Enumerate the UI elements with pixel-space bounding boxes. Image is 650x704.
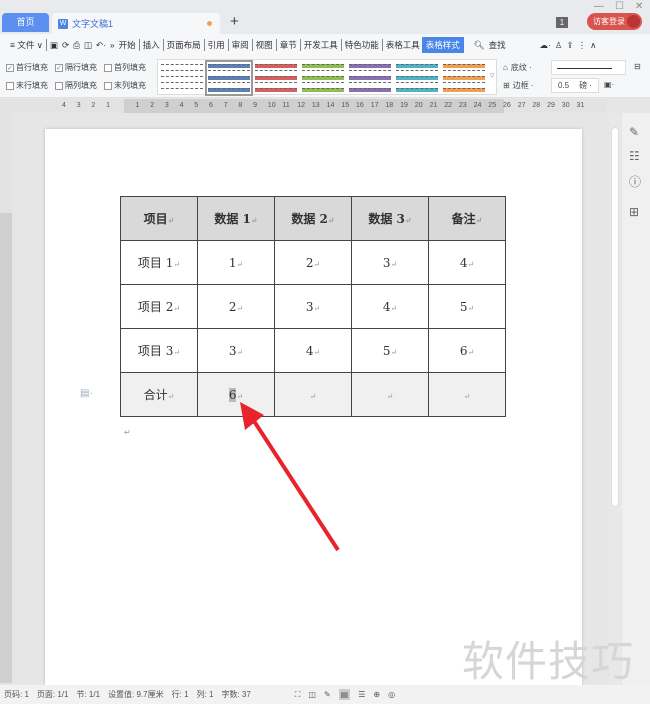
outline-view-icon[interactable]: ☰ bbox=[358, 690, 365, 699]
status-row: 行: 1 bbox=[171, 690, 189, 699]
settings-sliders-icon[interactable]: ☷ bbox=[629, 149, 640, 163]
status-page: 页码: 1 bbox=[4, 690, 29, 699]
status-setting: 设置值: 9.7厘米 bbox=[108, 690, 164, 699]
fullscreen-icon[interactable]: ⛶ bbox=[295, 690, 301, 700]
edit-icon[interactable]: ✎ bbox=[324, 690, 331, 699]
pen-icon[interactable]: ✎ bbox=[629, 125, 639, 139]
status-column: 列: 1 bbox=[196, 690, 214, 699]
status-pages: 页面: 1/1 bbox=[36, 690, 69, 699]
right-side-panel: ✎ ☷ ⓘ ⊞ bbox=[622, 113, 650, 685]
web-view-icon[interactable]: ⊕ bbox=[373, 690, 380, 699]
status-word-count[interactable]: 字数: 37 bbox=[221, 689, 250, 700]
annotation-arrow-icon bbox=[240, 402, 340, 552]
reading-view-icon[interactable]: ◫ bbox=[308, 690, 316, 699]
page-view-icon[interactable]: ▤ bbox=[338, 689, 351, 700]
watermark: 软件技巧 bbox=[462, 638, 635, 685]
vertical-scrollbar[interactable] bbox=[609, 113, 621, 685]
status-bar: 页码: 1 页面: 1/1 节: 1/1 设置值: 9.7厘米 行: 1 列: … bbox=[0, 685, 650, 704]
table-icon[interactable]: ⊞ bbox=[629, 205, 639, 219]
help-icon[interactable]: ⓘ bbox=[629, 173, 641, 190]
scrollbar-thumb[interactable] bbox=[611, 127, 619, 507]
status-section: 节: 1/1 bbox=[76, 690, 101, 699]
eye-protection-icon[interactable]: ◎ bbox=[388, 690, 395, 699]
